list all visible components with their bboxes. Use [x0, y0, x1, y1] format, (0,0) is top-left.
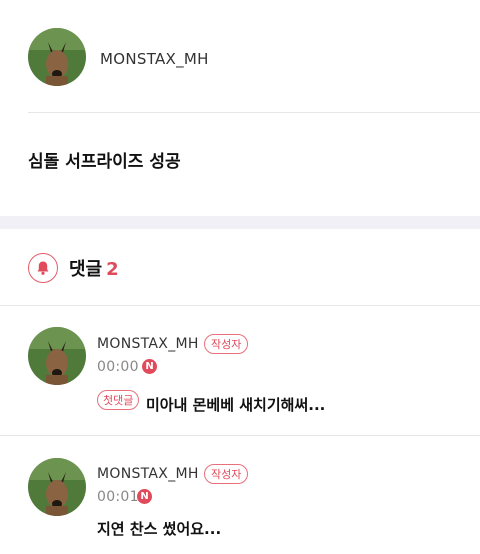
- post-author-avatar[interactable]: [28, 28, 86, 86]
- post-title: 심돌 서프라이즈 성공: [28, 152, 181, 172]
- post-header-divider: [28, 112, 480, 113]
- comment-time: 00:00: [97, 359, 139, 375]
- comments-header: 댓글 2: [69, 255, 119, 281]
- comment-author-name[interactable]: MONSTAX_MH: [97, 466, 199, 482]
- bell-icon-glyph: [37, 261, 49, 275]
- bell-icon[interactable]: [28, 253, 58, 283]
- post-author-name[interactable]: MONSTAX_MH: [100, 50, 209, 68]
- comment-author-name[interactable]: MONSTAX_MH: [97, 336, 199, 352]
- comments-count: 2: [106, 259, 119, 280]
- author-tag: 작성자: [204, 464, 249, 484]
- section-separator: [0, 216, 480, 229]
- comments-label: 댓글: [69, 259, 103, 280]
- new-badge: N: [137, 489, 152, 504]
- comment-avatar[interactable]: [28, 327, 86, 385]
- comments-header-divider: [0, 305, 480, 306]
- comment-divider: [0, 435, 480, 436]
- comment-avatar[interactable]: [28, 458, 86, 516]
- comment-text: 미아내 몬베베 새치기해써...: [146, 396, 326, 414]
- author-tag: 작성자: [204, 334, 249, 354]
- new-badge: N: [142, 359, 157, 374]
- comment-text: 지연 찬스 썼어요...: [97, 520, 222, 538]
- first-comment-tag: 첫댓글: [97, 390, 140, 410]
- comment-time: 00:01: [97, 489, 139, 505]
